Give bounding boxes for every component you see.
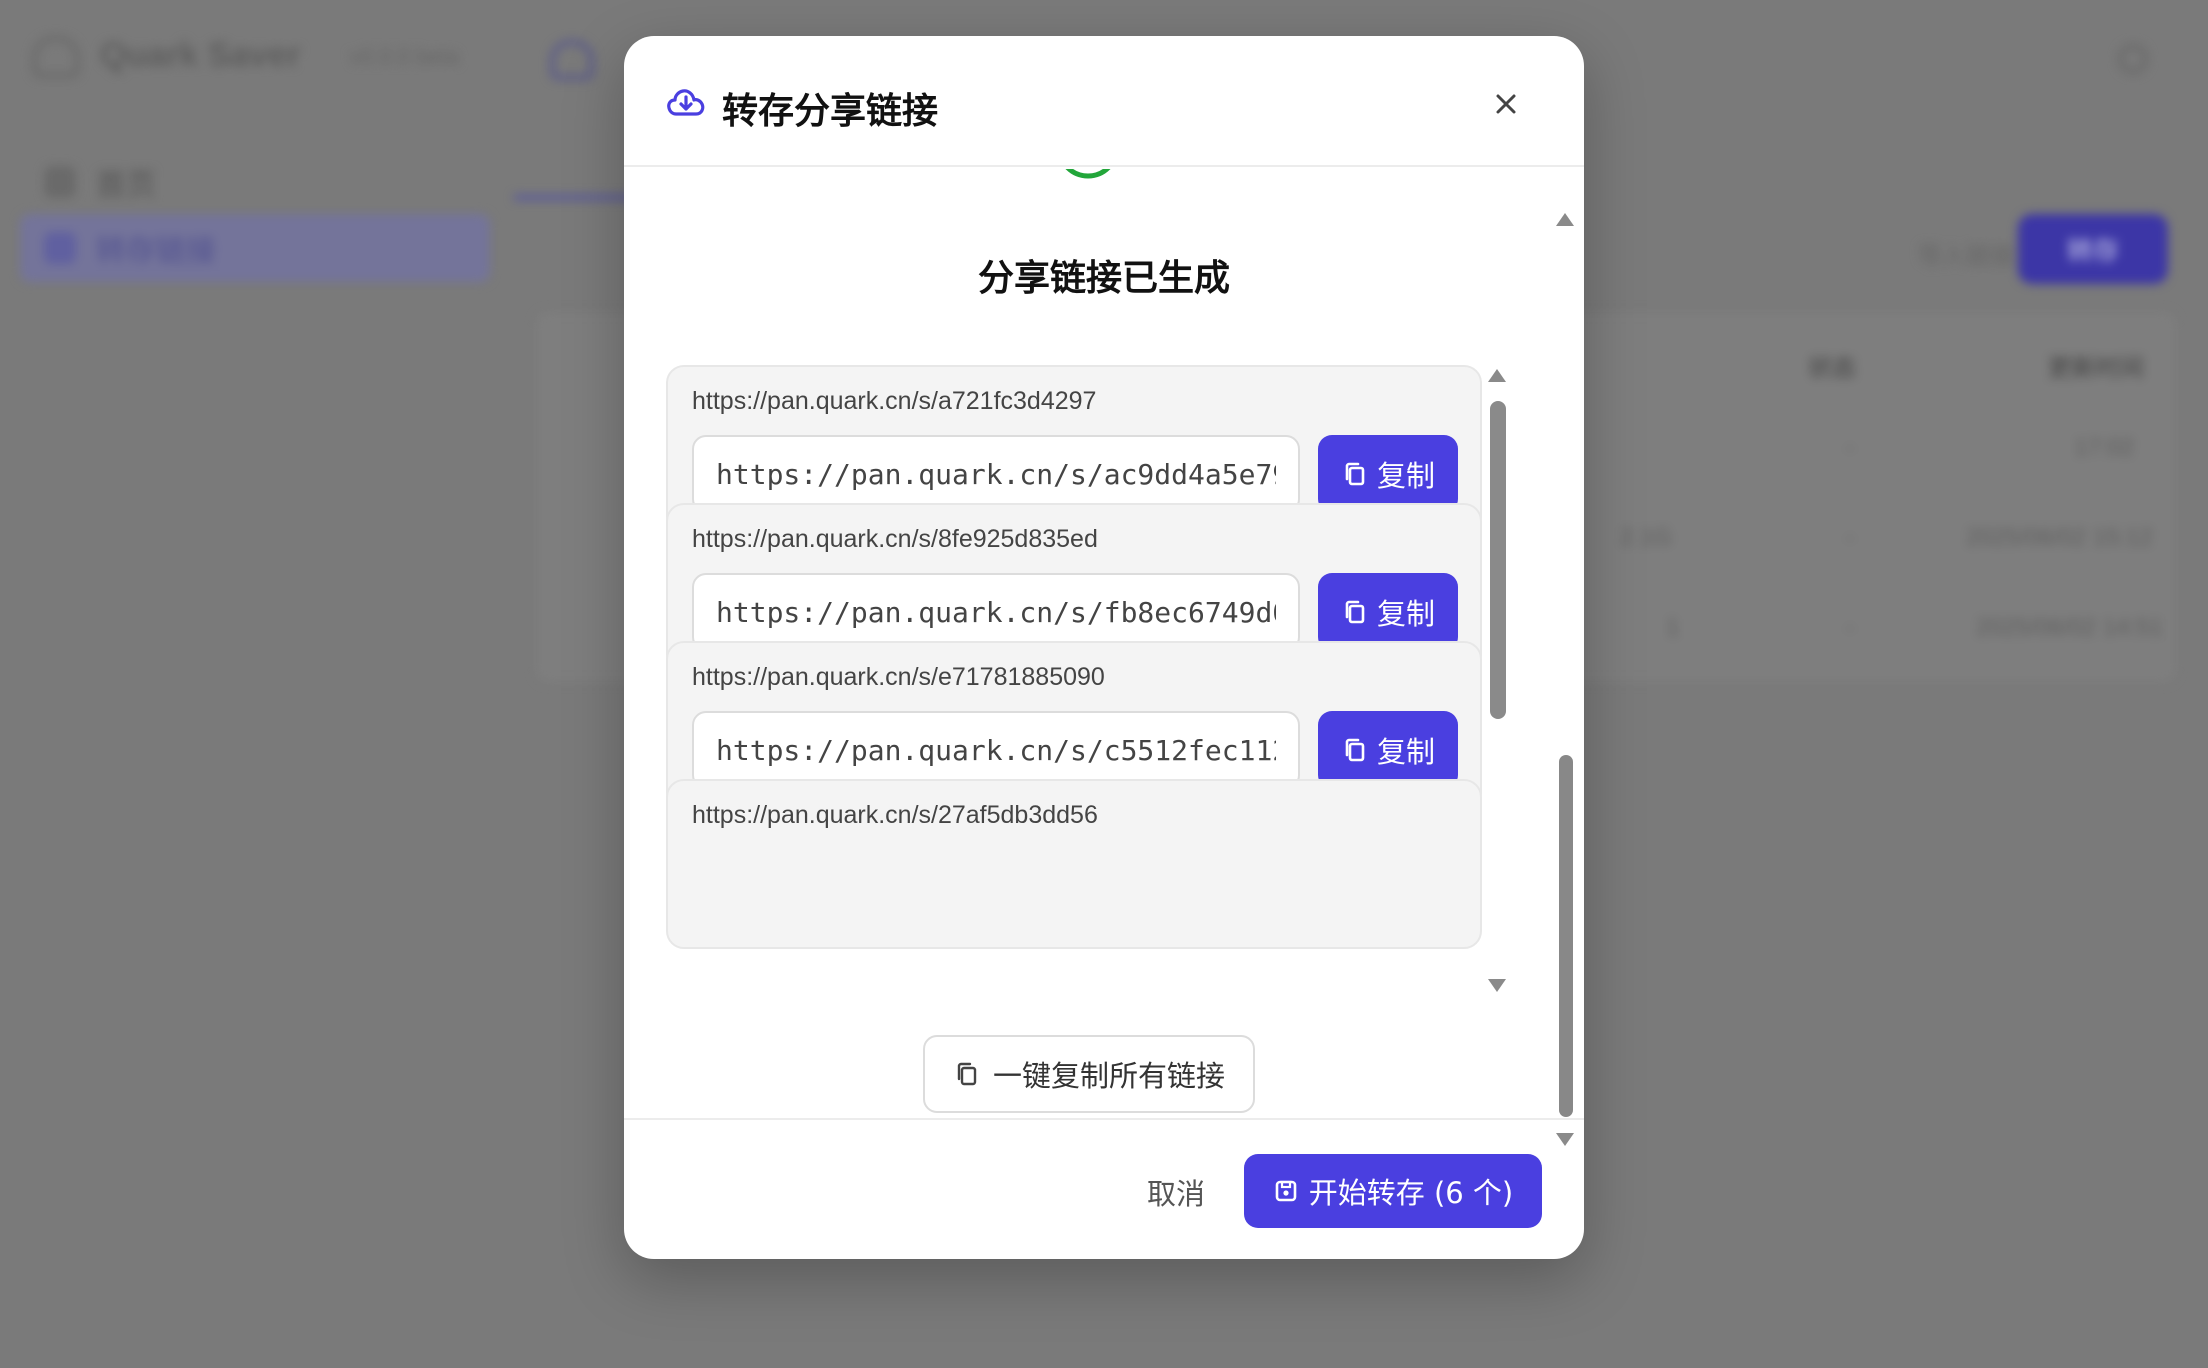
- generated-url-field[interactable]: [692, 711, 1300, 789]
- cloud-icon: [44, 232, 76, 264]
- copy-button-label: 复制: [1376, 597, 1435, 631]
- table-cell: 2.1G: [1620, 524, 1673, 551]
- copy-icon: [1345, 462, 1365, 486]
- modal-title: 转存分享链接: [722, 91, 939, 132]
- close-icon[interactable]: [1486, 84, 1526, 124]
- sidebar-item-label: 转存链接: [96, 235, 216, 268]
- copy-button[interactable]: 复制: [1318, 711, 1458, 789]
- copy-all-links-button[interactable]: 一键复制所有链接: [923, 1035, 1255, 1113]
- list-scrollbar-thumb[interactable]: [1490, 401, 1506, 719]
- list-scroll-down-arrow[interactable]: [1488, 979, 1506, 992]
- source-url: https://pan.quark.cn/s/27af5db3dd56: [692, 801, 1098, 829]
- modal-scrollbar-thumb[interactable]: [1559, 755, 1573, 1117]
- transfer-modal: 转存分享链接 分享链接已生成 https://pan.quark.cn/s/a7…: [624, 36, 1584, 1259]
- copy-button[interactable]: 复制: [1318, 573, 1458, 651]
- cloud-download-icon: [667, 89, 705, 116]
- copy-icon: [1345, 600, 1365, 624]
- copy-button-label: 复制: [1376, 735, 1435, 769]
- home-icon: [44, 166, 76, 198]
- modal-header: 转存分享链接: [624, 36, 1584, 167]
- sidebar-item-transfer: 转存链接: [20, 214, 490, 282]
- source-url: https://pan.quark.cn/s/e71781885090: [692, 663, 1105, 691]
- cloud-logo-icon: [32, 36, 80, 78]
- copy-button-label: 复制: [1376, 459, 1435, 493]
- app-version: v0.0.0 beta: [350, 44, 459, 69]
- copy-button[interactable]: 复制: [1318, 435, 1458, 513]
- link-card: https://pan.quark.cn/s/27af5db3dd56: [666, 779, 1482, 949]
- cancel-button[interactable]: 取消: [1126, 1166, 1226, 1218]
- table-cell: 2025/06/02 15:12: [1966, 524, 2153, 551]
- column-header-status: 状态: [1808, 355, 1856, 382]
- column-header-time: 更新时间: [2048, 355, 2144, 382]
- table-cell: 1: [1666, 614, 1680, 641]
- check-circle-icon: [1065, 169, 1111, 179]
- table-cell: -: [1846, 524, 1854, 551]
- source-url: https://pan.quark.cn/s/8fe925d835ed: [692, 525, 1098, 553]
- table-cell: 2025/06/02 14:51: [1976, 614, 2163, 641]
- list-scroll-up-arrow[interactable]: [1488, 369, 1506, 382]
- sidebar-item-home: 首页: [20, 148, 490, 216]
- modal-body[interactable]: 分享链接已生成 https://pan.quark.cn/s/a721fc3d4…: [624, 169, 1584, 1152]
- table-cell: -: [1846, 434, 1854, 461]
- table-cell: 17:02: [2074, 434, 2135, 461]
- link-list[interactable]: https://pan.quark.cn/s/a721fc3d4297 复制 h…: [666, 365, 1482, 1002]
- copy-all-label: 一键复制所有链接: [992, 1059, 1225, 1093]
- import-link-text: 导入链接: [1918, 243, 2014, 270]
- settings-icon: [2118, 44, 2148, 74]
- transfer-button: 转存: [2018, 214, 2168, 284]
- result-title: 分享链接已生成: [977, 258, 1230, 299]
- modal-footer: 取消 开始转存 (6 个): [624, 1118, 1584, 1259]
- generated-url-field[interactable]: [692, 435, 1300, 513]
- start-transfer-label: 开始转存 (6 个): [1308, 1176, 1514, 1210]
- tab-active: [514, 130, 634, 200]
- sidebar: 首页 转存链接: [0, 118, 510, 1368]
- start-transfer-button[interactable]: 开始转存 (6 个): [1244, 1154, 1542, 1228]
- save-icon: [1275, 1180, 1297, 1202]
- modal-scroll-up-arrow[interactable]: [1556, 213, 1574, 226]
- copy-icon: [1345, 738, 1365, 762]
- copy-icon: [957, 1062, 977, 1086]
- source-url: https://pan.quark.cn/s/a721fc3d4297: [692, 387, 1097, 415]
- table-cell: -: [1846, 614, 1854, 641]
- app-title: Quark Saver: [100, 36, 301, 74]
- cloud-icon: [550, 40, 594, 80]
- sidebar-item-label: 首页: [96, 169, 156, 202]
- generated-url-field[interactable]: [692, 573, 1300, 651]
